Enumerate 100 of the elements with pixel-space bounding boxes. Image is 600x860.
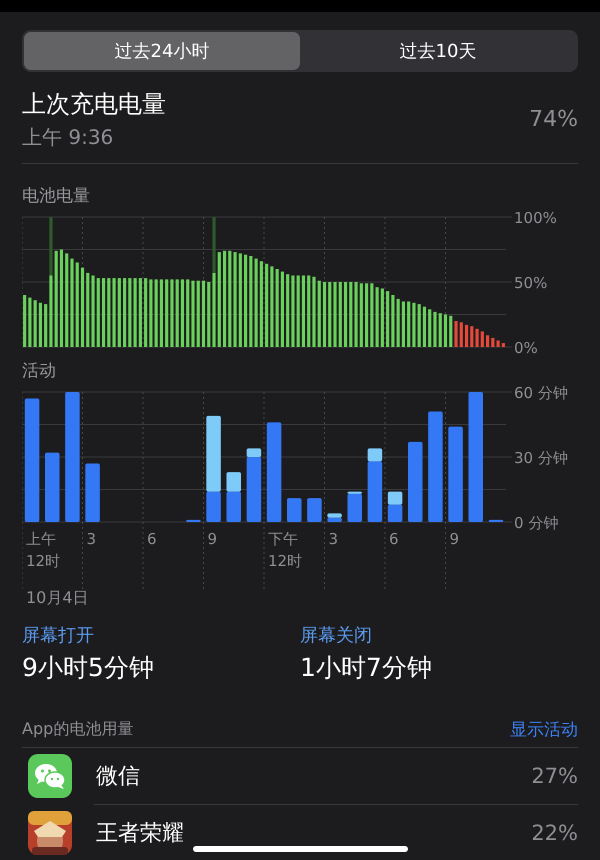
battery-bar xyxy=(107,278,110,347)
screen-time-value: 1小时7分钟 xyxy=(300,652,432,684)
axis-label: 9 xyxy=(450,530,460,548)
axis-label: 50% xyxy=(514,274,548,292)
battery-bar xyxy=(475,328,479,347)
chart-title: 活动 xyxy=(22,360,57,382)
axis-label: 下午 12时 xyxy=(268,530,302,570)
battery-bar xyxy=(23,295,26,347)
battery-bar xyxy=(380,288,384,347)
axis-label: 9 xyxy=(208,530,218,548)
battery-bar xyxy=(402,302,405,347)
battery-bar xyxy=(391,295,394,347)
battery-bar xyxy=(165,279,168,347)
battery-bar xyxy=(460,322,463,347)
battery-bar xyxy=(118,278,121,347)
battery-bar xyxy=(144,278,148,347)
period-tab[interactable]: 过去24小时 xyxy=(24,32,300,70)
screen-time-label: 屏幕打开 xyxy=(22,624,94,647)
period-tab[interactable]: 过去10天 xyxy=(300,32,576,70)
screen-time-value: 9小时5分钟 xyxy=(22,652,154,684)
last-charge-value: 74% xyxy=(529,107,578,132)
battery-bar xyxy=(154,279,158,347)
battery-bar xyxy=(296,276,300,347)
screen-time-label: 屏幕关闭 xyxy=(300,624,372,647)
battery-bar xyxy=(202,280,206,347)
battery-bar xyxy=(138,278,142,347)
app-percent: 22% xyxy=(531,821,578,845)
activity-bar xyxy=(307,498,322,522)
battery-bar xyxy=(96,278,100,347)
chart-title: 电池电量 xyxy=(22,185,91,207)
battery-bar xyxy=(170,279,174,347)
battery-bar xyxy=(207,282,210,347)
battery-bar xyxy=(360,283,363,347)
activity-bar xyxy=(388,504,402,522)
battery-bar xyxy=(333,282,337,347)
axis-label: 0 分钟 xyxy=(514,514,558,532)
battery-bar xyxy=(134,278,137,347)
battery-bar xyxy=(191,280,195,347)
battery-bar xyxy=(328,282,332,347)
last-charge-title: 上次充电电量 xyxy=(22,89,166,120)
app-percent: 27% xyxy=(531,764,578,788)
battery-bar xyxy=(38,302,42,347)
section-header: App的电池用量 xyxy=(22,719,134,740)
axis-label: 6 xyxy=(389,530,399,548)
battery-bar xyxy=(44,304,48,347)
battery-bar xyxy=(344,282,348,347)
activity-bar xyxy=(388,492,402,505)
battery-bar xyxy=(376,287,379,347)
battery-bar xyxy=(176,279,179,347)
battery-bar xyxy=(365,283,368,347)
chat-bubbles-icon xyxy=(28,754,72,798)
axis-label: 100% xyxy=(514,209,557,227)
battery-bar xyxy=(102,278,106,347)
date-label: 10月4日 xyxy=(25,588,89,609)
activity-bar xyxy=(287,498,302,522)
battery-bar xyxy=(112,278,116,347)
battery-bar xyxy=(464,324,468,347)
battery-bar xyxy=(386,291,390,347)
activity-bar xyxy=(85,464,100,522)
axis-label: 0% xyxy=(514,339,538,357)
battery-bar xyxy=(186,279,190,347)
battery-bar xyxy=(433,312,437,347)
app-name: 微信 xyxy=(96,763,140,791)
activity-bar xyxy=(45,452,60,522)
battery-bar xyxy=(34,300,37,347)
battery-bar xyxy=(418,304,421,347)
battery-bar xyxy=(444,314,448,347)
battery-bar xyxy=(412,302,416,347)
axis-label: 6 xyxy=(147,530,157,548)
battery-bar xyxy=(480,331,484,347)
app-name: 王者荣耀 xyxy=(96,820,184,848)
battery-bar xyxy=(160,279,163,347)
battery-bar xyxy=(354,282,358,347)
battery-bar xyxy=(312,276,316,347)
axis-label: 60 分钟 xyxy=(514,384,568,402)
axis-label: 3 xyxy=(86,530,96,548)
show-activity-link[interactable]: 显示活动 xyxy=(510,718,578,741)
battery-bar xyxy=(449,316,452,347)
battery-bar xyxy=(91,276,95,347)
battery-bar xyxy=(291,276,295,347)
battery-bar xyxy=(491,338,494,347)
battery-bar xyxy=(396,298,400,347)
axis-label: 上午 12时 xyxy=(26,530,60,570)
battery-bar xyxy=(370,283,374,347)
battery-bar xyxy=(338,282,342,347)
activity-bar xyxy=(186,520,201,522)
axis-label: 30 分钟 xyxy=(514,449,568,467)
last-charge-time: 上午 9:36 xyxy=(22,124,114,151)
battery-bar xyxy=(470,326,474,347)
battery-bar xyxy=(486,335,490,347)
axis-label: 3 xyxy=(328,530,338,548)
battery-bar xyxy=(496,340,500,347)
battery-bar xyxy=(28,298,32,347)
battery-bar xyxy=(322,282,326,347)
battery-bar xyxy=(318,280,321,347)
battery-bar xyxy=(302,276,306,347)
battery-bar xyxy=(438,313,442,347)
battery-bar xyxy=(196,280,200,347)
battery-bar xyxy=(180,279,184,347)
battery-bar xyxy=(407,302,410,347)
